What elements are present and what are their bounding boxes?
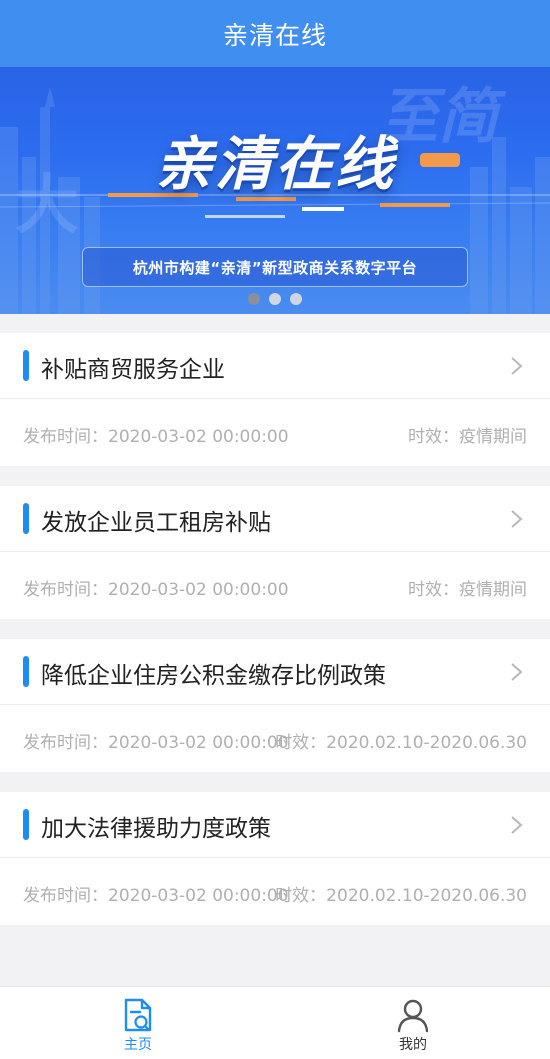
tab-mine[interactable]: 我的 (373, 987, 453, 1059)
carousel-dot-2[interactable] (269, 293, 281, 305)
policy-card-header[interactable]: 补贴商贸服务企业 (0, 333, 550, 399)
validity: 时效：2020.02.10-2020.06.30 (275, 733, 527, 753)
policy-card-header[interactable]: 发放企业员工租房补贴 (0, 486, 550, 552)
policy-title: 加大法律援助力度政策 (41, 816, 271, 842)
page-title: 亲清在线 (222, 20, 327, 50)
accent-bar (23, 809, 29, 840)
policy-card-header[interactable]: 加大法律援助力度政策 (0, 792, 550, 858)
banner-carousel[interactable]: 大 至简 亲清在线 杭州市构建“亲清”新型政商关系数字平台 (0, 67, 550, 314)
publish-time: 发布时间：2020-03-02 00:00:00 (23, 733, 289, 753)
policy-card[interactable]: 降低企业住房公积金缴存比例政策 发布时间：2020-03-02 00:00:00… (0, 639, 550, 772)
chevron-right-icon (511, 663, 523, 681)
policy-title: 降低企业住房公积金缴存比例政策 (41, 663, 386, 689)
validity: 时效：2020.02.10-2020.06.30 (275, 886, 527, 906)
publish-time: 发布时间：2020-03-02 00:00:00 (23, 886, 289, 906)
publish-time: 发布时间：2020-03-02 00:00:00 (23, 427, 289, 447)
policy-card-header[interactable]: 降低企业住房公积金缴存比例政策 (0, 639, 550, 705)
carousel-dot-3[interactable] (290, 293, 302, 305)
tab-home-label: 主页 (124, 1037, 152, 1053)
validity: 时效：疫情期间 (408, 427, 527, 447)
policy-title: 发放企业员工租房补贴 (41, 510, 271, 536)
bottom-tab-bar: 主页 我的 (0, 986, 550, 1059)
policy-card[interactable]: 补贴商贸服务企业 发布时间：2020-03-02 00:00:00 时效：疫情期… (0, 333, 550, 466)
validity: 时效：疫情期间 (408, 580, 527, 600)
document-home-icon (124, 998, 152, 1032)
accent-bar (23, 503, 29, 534)
chevron-right-icon (511, 357, 523, 375)
carousel-indicators (0, 293, 550, 305)
accent-bar (23, 656, 29, 687)
banner-subtitle: 杭州市构建“亲清”新型政商关系数字平台 (82, 247, 468, 287)
chevron-right-icon (511, 816, 523, 834)
publish-time: 发布时间：2020-03-02 00:00:00 (23, 580, 289, 600)
tab-home[interactable]: 主页 (98, 987, 178, 1059)
app-header: 亲清在线 (0, 0, 550, 67)
user-icon (397, 999, 429, 1033)
policy-list: 补贴商贸服务企业 发布时间：2020-03-02 00:00:00 时效：疫情期… (0, 333, 550, 945)
banner-subtitle-text: 杭州市构建“亲清”新型政商关系数字平台 (132, 258, 418, 277)
chevron-right-icon (511, 510, 523, 528)
policy-card[interactable]: 发放企业员工租房补贴 发布时间：2020-03-02 00:00:00 时效：疫… (0, 486, 550, 619)
tab-mine-label: 我的 (399, 1037, 427, 1053)
policy-title: 补贴商贸服务企业 (41, 357, 225, 383)
policy-card[interactable]: 加大法律援助力度政策 发布时间：2020-03-02 00:00:00 时效：2… (0, 792, 550, 925)
accent-bar (23, 350, 29, 381)
banner-title: 亲清在线 (154, 130, 395, 198)
carousel-dot-1[interactable] (248, 293, 260, 305)
